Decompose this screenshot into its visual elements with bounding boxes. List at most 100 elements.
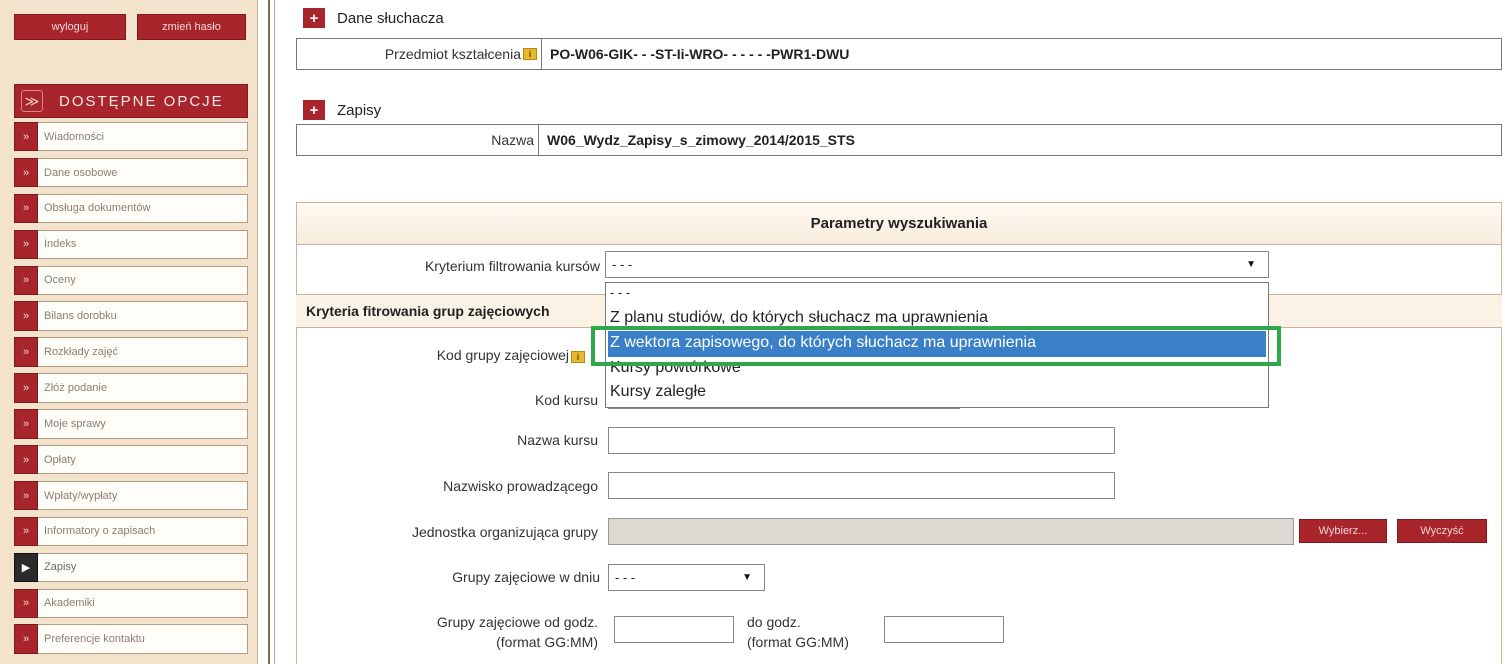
choose-button[interactable]: Wybierz...	[1299, 519, 1387, 543]
chevron-right-icon: »	[14, 301, 38, 331]
unit-label: Jednostka organizująca grupy	[411, 524, 598, 540]
course-filter-select[interactable]: - - - ▼	[605, 251, 1269, 278]
chevron-right-icon: »	[14, 480, 38, 511]
group-filter-title: Kryteria fitrowania grup zajęciowych	[306, 303, 550, 319]
sidebar-item-label: Akademiki	[38, 588, 248, 618]
sidebar-item-label: Bilans dorobku	[38, 301, 248, 331]
sidebar: wyloguj zmień hasło ≫ DOSTĘPNE OPCJE » Wi…	[0, 0, 258, 664]
sidebar-item-label: Wpłaty/wypłaty	[38, 480, 248, 511]
chevron-right-icon: »	[14, 337, 38, 367]
sidebar-item-label: Opłaty	[38, 445, 248, 475]
sidebar-item-label: Moje sprawy	[38, 409, 248, 439]
course-filter-label: Kryterium filtrowania kursów	[424, 258, 600, 274]
day-select[interactable]: - - - ▼	[608, 564, 765, 591]
info-icon[interactable]: i	[571, 351, 585, 363]
group-code-label-text: Kod grupy zajęciowej	[436, 347, 569, 363]
course-name-input[interactable]	[608, 427, 1115, 454]
change-password-button[interactable]: zmień hasło	[137, 14, 246, 40]
sidebar-divider	[268, 0, 270, 664]
chevron-right-icon: »	[14, 624, 38, 654]
sidebar-item-dokumenty[interactable]: » Obsługa dokumentów	[14, 193, 248, 224]
sidebar-item-sprawy[interactable]: » Moje sprawy	[14, 409, 248, 439]
highlight-frame	[591, 326, 1281, 366]
enrollment-section-header: + Zapisy	[303, 100, 381, 120]
student-section-title: Dane słuchacza	[337, 9, 444, 27]
sidebar-item-label: Rozkłady zajęć	[38, 337, 248, 367]
expand-plus-icon[interactable]: +	[303, 8, 325, 28]
sidebar-item-label: Preferencje kontaktu	[38, 624, 248, 654]
collapse-icon[interactable]: ≫	[21, 90, 43, 112]
sidebar-item-indeks[interactable]: » Indeks	[14, 229, 248, 260]
chevron-right-icon: »	[14, 229, 38, 260]
dropdown-option[interactable]: Z planu studiów, do których słuchacz ma …	[610, 309, 988, 327]
enrollment-name-row: Nazwa W06_Wydz_Zapisy_s_zimowy_2014/2015…	[296, 124, 1502, 156]
options-header: ≫ DOSTĘPNE OPCJE	[14, 84, 248, 118]
teacher-label: Nazwisko prowadzącego	[443, 478, 598, 494]
sidebar-item-bilans[interactable]: » Bilans dorobku	[14, 301, 248, 331]
sidebar-item-wplaty[interactable]: » Wpłaty/wypłaty	[14, 480, 248, 511]
course-filter-value: - - -	[612, 257, 633, 272]
sidebar-item-zapisy[interactable]: ▶ Zapisy	[14, 552, 248, 583]
enrollment-section-title: Zapisy	[337, 101, 382, 119]
from-time-label-line2: (format GG:MM)	[496, 634, 598, 650]
sidebar-menu: » Wiadomości » Dane osobowe » Obsługa dokum…	[14, 122, 248, 660]
name-label-cell: Nazwa	[297, 125, 539, 155]
chevron-right-icon: »	[14, 122, 38, 152]
student-section-header: + Dane słuchacza	[303, 8, 444, 28]
from-time-input[interactable]	[614, 616, 734, 643]
sidebar-item-rozklady[interactable]: » Rozkłady zajęć	[14, 337, 248, 367]
sidebar-item-podanie[interactable]: » Złóż podanie	[14, 373, 248, 403]
chevron-right-icon: »	[14, 516, 38, 547]
to-time-label: do godz. (format GG:MM)	[747, 612, 887, 652]
sidebar-item-label: Informatory o zapisach	[38, 516, 248, 547]
sidebar-item-informatory[interactable]: » Informatory o zapisach	[14, 516, 248, 547]
sidebar-divider	[274, 0, 275, 664]
dropdown-option[interactable]: - - -	[610, 285, 630, 300]
sidebar-item-label: Indeks	[38, 229, 248, 260]
group-code-label: Kod grupy zajęciowej i	[300, 347, 585, 363]
dropdown-arrow-icon: ▼	[1246, 259, 1256, 270]
chevron-right-icon: »	[14, 373, 38, 403]
info-icon[interactable]: i	[523, 48, 537, 60]
sidebar-item-wiadomosci[interactable]: » Wiadomości	[14, 122, 248, 152]
student-subject-row: Przedmiot kształcenia i PO-W06-GIK- - -ST…	[296, 38, 1502, 70]
dropdown-arrow-icon: ▼	[742, 572, 752, 583]
chevron-right-icon: »	[14, 157, 38, 188]
search-params-title: Parametry wyszukiwania	[297, 203, 1501, 245]
chevron-right-icon: »	[14, 588, 38, 618]
enrollment-name-value: W06_Wydz_Zapisy_s_zimowy_2014/2015_STS	[547, 132, 855, 148]
sidebar-item-preferencje[interactable]: » Preferencje kontaktu	[14, 624, 248, 654]
sidebar-item-label: Wiadomości	[38, 122, 248, 152]
sidebar-item-label: Obsługa dokumentów	[38, 193, 248, 224]
chevron-right-icon: ▶	[14, 552, 38, 583]
sidebar-item-label: Dane osobowe	[38, 157, 248, 188]
subject-label: Przedmiot kształcenia	[384, 46, 521, 62]
subject-value: PO-W06-GIK- - -ST-Ii-WRO- - - - - -PWR1-…	[550, 46, 850, 62]
chevron-right-icon: »	[14, 193, 38, 224]
chevron-right-icon: »	[14, 265, 38, 295]
subject-label-cell: Przedmiot kształcenia i	[297, 39, 542, 69]
to-time-label-line2: (format GG:MM)	[747, 634, 849, 650]
sidebar-item-oplaty[interactable]: » Opłaty	[14, 445, 248, 475]
unit-input	[608, 518, 1294, 545]
sidebar-item-oceny[interactable]: » Oceny	[14, 265, 248, 295]
to-time-input[interactable]	[884, 616, 1004, 643]
expand-plus-icon[interactable]: +	[303, 100, 325, 120]
course-name-label: Nazwa kursu	[517, 432, 598, 448]
sidebar-item-dane-osobowe[interactable]: » Dane osobowe	[14, 157, 248, 188]
course-code-label: Kod kursu	[534, 392, 598, 408]
chevron-right-icon: »	[14, 445, 38, 475]
dropdown-option[interactable]: Kursy zaległe	[610, 383, 706, 401]
sidebar-item-label: Zapisy	[38, 552, 248, 583]
from-time-label-line1: Grupy zajęciowe od godz.	[436, 614, 598, 630]
sidebar-item-akademiki[interactable]: » Akademiki	[14, 588, 248, 618]
clear-button[interactable]: Wyczyść	[1397, 519, 1487, 543]
options-header-label: DOSTĘPNE OPCJE	[59, 92, 224, 110]
name-label: Nazwa	[491, 132, 534, 148]
sidebar-item-label: Oceny	[38, 265, 248, 295]
logout-button[interactable]: wyloguj	[14, 14, 126, 40]
from-time-label: Grupy zajęciowe od godz. (format GG:MM)	[300, 612, 598, 652]
sidebar-item-label: Złóż podanie	[38, 373, 248, 403]
teacher-input[interactable]	[608, 472, 1115, 499]
day-select-value: - - -	[615, 570, 636, 585]
